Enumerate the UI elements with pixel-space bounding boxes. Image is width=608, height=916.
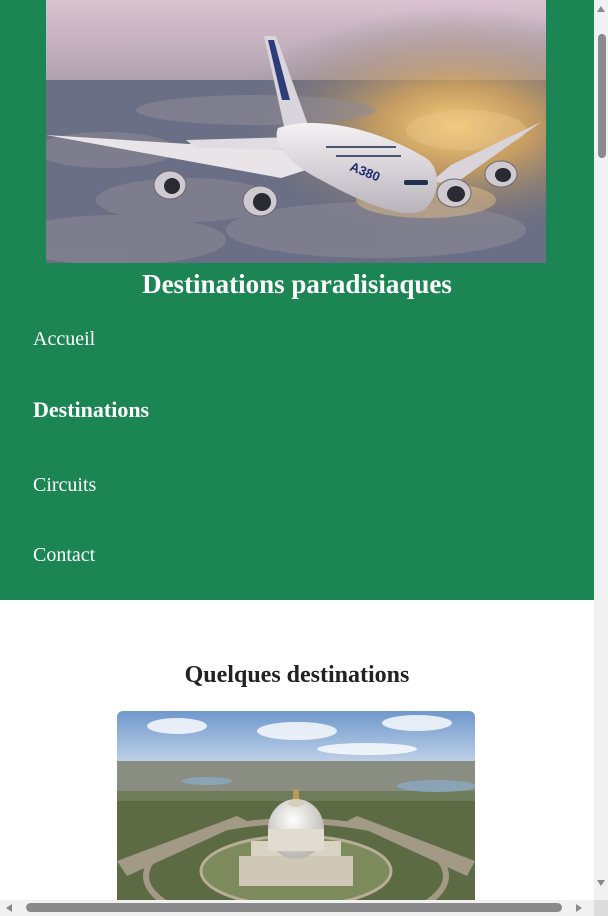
section-title: Quelques destinations bbox=[184, 662, 410, 688]
scroll-down-arrow-icon[interactable] bbox=[597, 880, 605, 886]
scrollbar-corner bbox=[594, 900, 608, 916]
scroll-right-arrow-icon[interactable] bbox=[576, 904, 582, 912]
scroll-left-arrow-icon[interactable] bbox=[6, 904, 12, 912]
nav-item-contact[interactable]: Contact bbox=[33, 543, 95, 567]
vertical-scrollbar-thumb[interactable] bbox=[598, 34, 606, 158]
nav-item-accueil[interactable]: Accueil bbox=[33, 327, 95, 351]
site-header: A380 Destinations paradisiaques Accueil bbox=[0, 0, 594, 600]
horizontal-scrollbar-thumb[interactable] bbox=[26, 903, 562, 912]
nav-item-circuits[interactable]: Circuits bbox=[33, 473, 96, 497]
site-title: Destinations paradisiaques bbox=[142, 269, 452, 299]
destination-image-basilica[interactable] bbox=[117, 711, 475, 900]
scroll-up-arrow-icon[interactable] bbox=[597, 6, 605, 12]
horizontal-scrollbar[interactable] bbox=[0, 900, 594, 916]
nav-item-destinations[interactable]: Destinations bbox=[33, 398, 149, 422]
hero-image: A380 bbox=[46, 0, 546, 263]
page-viewport: A380 Destinations paradisiaques Accueil bbox=[0, 0, 594, 900]
vertical-scrollbar[interactable] bbox=[594, 0, 608, 900]
